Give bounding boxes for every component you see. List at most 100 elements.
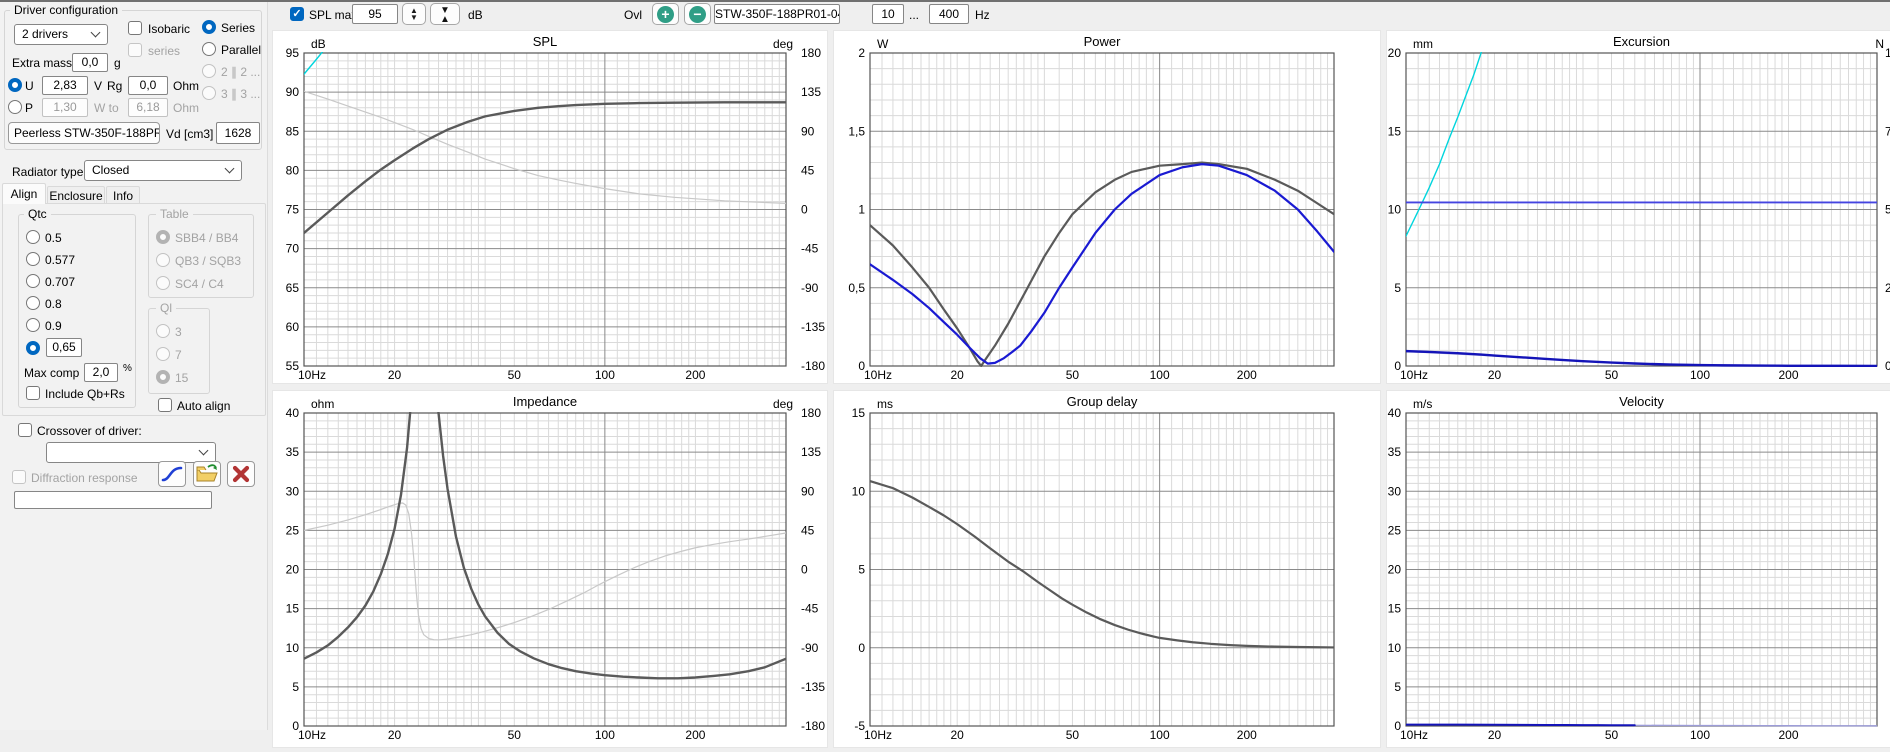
x-tick-label: 50	[1066, 368, 1080, 382]
spl-max-unit: dB	[468, 8, 483, 22]
qtc-0.5-radio[interactable]	[26, 230, 40, 244]
vd-field[interactable]: 1628	[216, 122, 260, 144]
x-tick-label: 200	[1237, 368, 1257, 382]
qtc-custom-field[interactable]: 0,65	[46, 338, 82, 357]
y-tick-label: 0,5	[848, 281, 865, 295]
y-tick-label: 15	[1388, 602, 1402, 616]
right-tick-label: 135	[801, 445, 821, 459]
chart-title: Impedance	[513, 394, 577, 409]
qtc-custom-radio[interactable]	[26, 341, 40, 355]
qtc-0.577-radio[interactable]	[26, 252, 40, 266]
chart-panel-spl: SPLdBdeg95908580757065605518013590450-45…	[272, 30, 828, 384]
auto-align-checkbox[interactable]	[158, 398, 172, 412]
diffraction-label: Diffraction response	[31, 471, 138, 485]
parallel-radio[interactable]	[202, 42, 216, 56]
right-axis-unit: deg	[773, 37, 793, 51]
qtc-0.707-radio[interactable]	[26, 274, 40, 288]
radiator-type-select[interactable]: Closed	[84, 160, 242, 181]
freq-to-field[interactable]: 400	[929, 4, 969, 24]
extra-mass-field[interactable]: 0,0	[72, 53, 108, 72]
qtc-0.9-radio[interactable]	[26, 318, 40, 332]
spl-max-spinner[interactable]: ▲ ▼	[402, 3, 426, 25]
chart-panel-power: PowerW21,510,5010Hz2050100200	[833, 30, 1381, 384]
power-field: 1,30	[42, 98, 88, 117]
overlay-name-field[interactable]: STW-350F-188PR01-04 C	[714, 4, 840, 24]
right-tick-label: 0	[1885, 359, 1890, 373]
y-tick-label: 75	[286, 203, 300, 217]
max-comp-label: Max comp	[24, 366, 79, 380]
rg-field[interactable]: 0,0	[128, 76, 168, 95]
two-parallel-radio	[202, 64, 216, 78]
max-comp-field[interactable]: 2,0	[84, 363, 118, 382]
right-tick-label: -135	[801, 680, 825, 694]
power-radio[interactable]	[8, 100, 22, 114]
drivers-count-select[interactable]: 2 drivers	[14, 24, 108, 45]
tab-align[interactable]: Align	[2, 183, 46, 204]
power-to-field: 6,18	[128, 98, 168, 117]
spl-max-checkbox[interactable]: ✓	[290, 7, 304, 21]
overlay-remove-button[interactable]: −	[684, 3, 711, 25]
y-tick-label: 40	[1388, 406, 1402, 420]
right-tick-label: 0	[801, 203, 808, 217]
diffraction-file-field[interactable]	[14, 491, 212, 509]
power-unit: Ohm	[173, 101, 199, 115]
right-axis-unit: N	[1875, 37, 1884, 51]
auto-align-label: Auto align	[177, 399, 230, 413]
qtc-0.8-radio[interactable]	[26, 296, 40, 310]
voltage-field[interactable]: 2,83	[42, 76, 88, 95]
y-tick-label: 60	[286, 320, 300, 334]
overlay-add-button[interactable]: +	[652, 3, 679, 25]
y-tick-label: 25	[286, 523, 300, 537]
right-tick-label: -135	[801, 320, 825, 334]
right-tick-label: -180	[801, 359, 825, 373]
load-diffraction-button[interactable]	[193, 461, 221, 487]
include-qb-checkbox[interactable]	[26, 386, 40, 400]
chart-title: SPL	[533, 34, 558, 49]
spl-max-fit-button[interactable]: ▼ ▲	[430, 3, 460, 25]
table-sbb4-label: SBB4 / BB4	[175, 231, 238, 245]
crossover-driver-select[interactable]	[46, 442, 216, 463]
isobaric-checkbox[interactable]	[128, 21, 142, 35]
freq-from-field[interactable]: 10	[872, 4, 904, 24]
x-tick-label: 100	[1690, 368, 1710, 382]
voltage-radio[interactable]	[8, 78, 22, 92]
x-tick-label: 10Hz	[864, 728, 892, 742]
response-curve-icon	[159, 462, 185, 486]
right-tick-label: -90	[801, 641, 819, 655]
right-tick-label: 180	[801, 46, 821, 60]
clear-diffraction-button[interactable]	[227, 461, 255, 487]
y-tick-label: 65	[286, 281, 300, 295]
power-label: P	[25, 101, 33, 115]
series-radio[interactable]	[202, 20, 216, 34]
y-tick-label: 0	[858, 641, 865, 655]
diffraction-checkbox	[12, 470, 26, 484]
spinner-down-icon[interactable]: ▼	[403, 14, 425, 21]
chart-title: Velocity	[1619, 394, 1664, 409]
chart-svg-impedance: Impedanceohmdeg4035302520151050180135904…	[273, 391, 829, 749]
x-tick-label: 50	[1605, 728, 1619, 742]
series-group-delay	[870, 481, 1334, 647]
x-tick-label: 100	[595, 728, 615, 742]
diffraction-curve-button[interactable]	[158, 461, 186, 487]
right-tick-label: 25	[1885, 281, 1890, 295]
series-power-apparent	[870, 163, 1334, 366]
drivers-count-value: 2 drivers	[22, 27, 68, 41]
y-tick-label: 10	[1388, 641, 1402, 655]
tab-enclosure[interactable]: Enclosure	[47, 186, 105, 204]
left-axis-unit: ohm	[311, 397, 334, 411]
table-sc4-radio	[156, 276, 170, 290]
driver-select-button[interactable]: Peerless STW-350F-188PR01-	[8, 122, 160, 144]
crossover-checkbox[interactable]	[18, 423, 32, 437]
y-tick-label: 10	[286, 641, 300, 655]
series-impedance-phase	[304, 503, 786, 640]
chart-svg-spl: SPLdBdeg95908580757065605518013590450-45…	[273, 31, 829, 385]
x-tick-label: 100	[1150, 368, 1170, 382]
chart-panel-impedance: Impedanceohmdeg4035302520151050180135904…	[272, 390, 828, 748]
right-tick-label: -45	[801, 602, 819, 616]
y-tick-label: 15	[286, 602, 300, 616]
spl-max-field[interactable]: 95	[352, 4, 398, 24]
right-tick-label: 100	[1885, 46, 1890, 60]
tab-info[interactable]: Info	[106, 186, 140, 204]
rg-label: Rg	[107, 79, 122, 93]
right-tick-label: -180	[801, 719, 825, 733]
